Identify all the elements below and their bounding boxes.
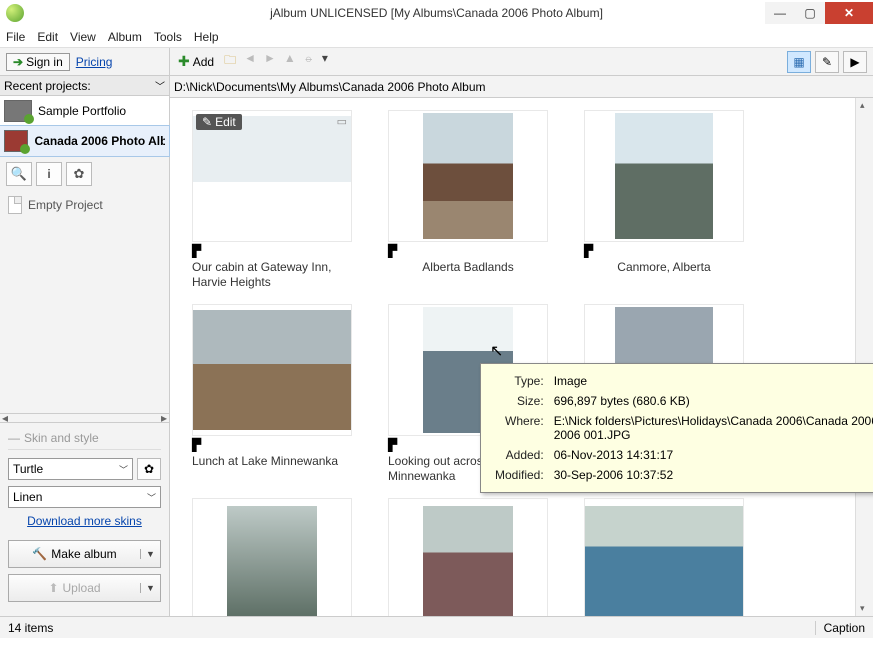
info-tooltip: Type:Image Size:696,897 bytes (680.6 KB)… <box>480 363 873 493</box>
edit-badge[interactable]: ✎Edit <box>196 114 242 130</box>
arrow-icon: ➔ <box>13 55 23 69</box>
remove-icon[interactable]: ⦵ <box>304 51 314 72</box>
thumbnail-cell[interactable]: ▛ Canmore, Alberta <box>584 110 744 290</box>
toolbar: ➔ Sign in Pricing ✚ Add 🗀 ◄ ► ▲ ⦵ ▾ ▦ ✎ … <box>0 48 873 76</box>
sequence-marker: ▛ <box>192 438 352 452</box>
info-button[interactable]: i <box>36 162 62 186</box>
pathbar[interactable]: D:\Nick\Documents\My Albums\Canada 2006 … <box>170 76 873 98</box>
thumbnail-caption: Lunch at Lake Minnewanka <box>192 454 352 469</box>
thumbnail-cell[interactable] <box>192 498 352 616</box>
thumbnail-image <box>615 113 713 239</box>
hammer-icon: 🔨 <box>32 547 47 561</box>
tooltip-added: 06-Nov-2013 14:31:17 <box>550 446 873 464</box>
thumbnail-image <box>193 116 351 236</box>
project-thumb <box>4 100 32 122</box>
upload-dropdown[interactable]: ▼ <box>140 583 160 593</box>
plus-icon: ✚ <box>178 53 190 70</box>
thumbnail-image <box>193 310 351 430</box>
empty-label: Empty Project <box>28 198 103 212</box>
thumbnail-cell[interactable]: ▛ Lunch at Lake Minnewanka <box>192 304 352 484</box>
nav-back-icon[interactable]: ◄ <box>244 51 256 72</box>
thumbnail-cell[interactable]: ▛ Alberta Badlands <box>388 110 548 290</box>
new-folder-icon[interactable]: 🗀 <box>224 51 236 72</box>
main-area: D:\Nick\Documents\My Albums\Canada 2006 … <box>170 76 873 616</box>
thumbnail-caption: Our cabin at Gateway Inn, Harvie Heights <box>192 260 352 290</box>
view-grid-button[interactable]: ▦ <box>787 51 811 73</box>
project-label: Sample Portfolio <box>38 104 126 118</box>
tooltip-where: E:\Nick folders\Pictures\Holidays\Canada… <box>550 412 873 444</box>
vertical-scrollbar[interactable] <box>855 98 873 616</box>
status-items: 14 items <box>8 621 53 635</box>
menu-album[interactable]: Album <box>108 30 142 44</box>
project-thumb <box>4 130 28 152</box>
window-title: jAlbum UNLICENSED [My Albums\Canada 2006… <box>0 6 873 20</box>
filter-icon[interactable]: ▾ <box>322 51 328 72</box>
add-button[interactable]: ✚ Add <box>178 53 214 70</box>
add-label: Add <box>193 55 214 69</box>
menu-edit[interactable]: Edit <box>37 30 58 44</box>
menu-tools[interactable]: Tools <box>154 30 182 44</box>
preview-button[interactable]: ▶ <box>843 51 867 73</box>
menu-view[interactable]: View <box>70 30 96 44</box>
thumbnail-image <box>227 506 317 616</box>
skin-settings-button[interactable]: ✿ <box>137 458 161 480</box>
sequence-marker: ▛ <box>192 244 352 258</box>
recent-label: Recent projects: <box>4 79 91 93</box>
thumbnail-image <box>585 506 743 616</box>
download-skins-link[interactable]: Download more skins <box>27 514 142 528</box>
skin-select[interactable]: Turtle﹀ <box>8 458 133 480</box>
thumbnail-caption: Alberta Badlands <box>388 260 548 275</box>
statusbar: 14 items Caption <box>0 616 873 638</box>
menu-help[interactable]: Help <box>194 30 219 44</box>
signin-label: Sign in <box>26 55 63 69</box>
titlebar: jAlbum UNLICENSED [My Albums\Canada 2006… <box>0 0 873 26</box>
pricing-link[interactable]: Pricing <box>76 55 113 69</box>
make-dropdown[interactable]: ▼ <box>140 549 160 559</box>
thumbnail-cell[interactable] <box>584 498 744 616</box>
status-caption[interactable]: Caption <box>815 621 865 635</box>
signin-button[interactable]: ➔ Sign in <box>6 53 70 71</box>
folder-icon: ▭ <box>337 115 347 128</box>
menubar: File Edit View Album Tools Help <box>0 26 873 48</box>
tooltip-type: Image <box>550 372 873 390</box>
edit-button[interactable]: ✎ <box>815 51 839 73</box>
skin-value: Turtle <box>13 462 43 476</box>
empty-project[interactable]: Empty Project <box>0 192 169 218</box>
nav-up-icon[interactable]: ▲ <box>284 51 296 72</box>
tooltip-modified: 30-Sep-2006 10:37:52 <box>550 466 873 484</box>
menu-file[interactable]: File <box>6 30 25 44</box>
pencil-icon: ✎ <box>202 115 212 129</box>
sidebar-scrollbar[interactable]: ◂▸ <box>0 413 169 423</box>
nav-fwd-icon[interactable]: ► <box>264 51 276 72</box>
thumbnail-image <box>423 506 513 616</box>
sequence-marker: ▛ <box>388 244 548 258</box>
make-album-button[interactable]: 🔨Make album ▼ <box>8 540 161 568</box>
chevron-down-icon: ﹀ <box>155 78 165 93</box>
project-item-selected[interactable]: Canada 2006 Photo Album <box>0 126 169 156</box>
thumbnail-cell[interactable] <box>388 498 548 616</box>
skin-header: —Skin and style <box>8 431 161 450</box>
thumbnail-image <box>423 113 513 239</box>
search-button[interactable]: 🔍 <box>6 162 32 186</box>
tooltip-size: 696,897 bytes (680.6 KB) <box>550 392 873 410</box>
thumbnail-cell[interactable]: ✎Edit ▭ ▛ Our cabin at Gateway Inn, Harvie … <box>192 110 352 290</box>
project-label: Canada 2006 Photo Album <box>34 134 165 148</box>
style-value: Linen <box>13 490 42 504</box>
project-item[interactable]: Sample Portfolio <box>0 96 169 126</box>
style-select[interactable]: Linen﹀ <box>8 486 161 508</box>
recent-header[interactable]: Recent projects: ﹀ <box>0 76 169 96</box>
upload-icon: ⬆ <box>48 581 58 595</box>
upload-button[interactable]: ⬆Upload ▼ <box>8 574 161 602</box>
sequence-marker: ▛ <box>584 244 744 258</box>
thumbnail-caption: Canmore, Alberta <box>584 260 744 275</box>
page-icon <box>8 196 22 214</box>
settings-button[interactable]: ✿ <box>66 162 92 186</box>
sidebar: Recent projects: ﹀ Sample Portfolio Cana… <box>0 76 170 616</box>
